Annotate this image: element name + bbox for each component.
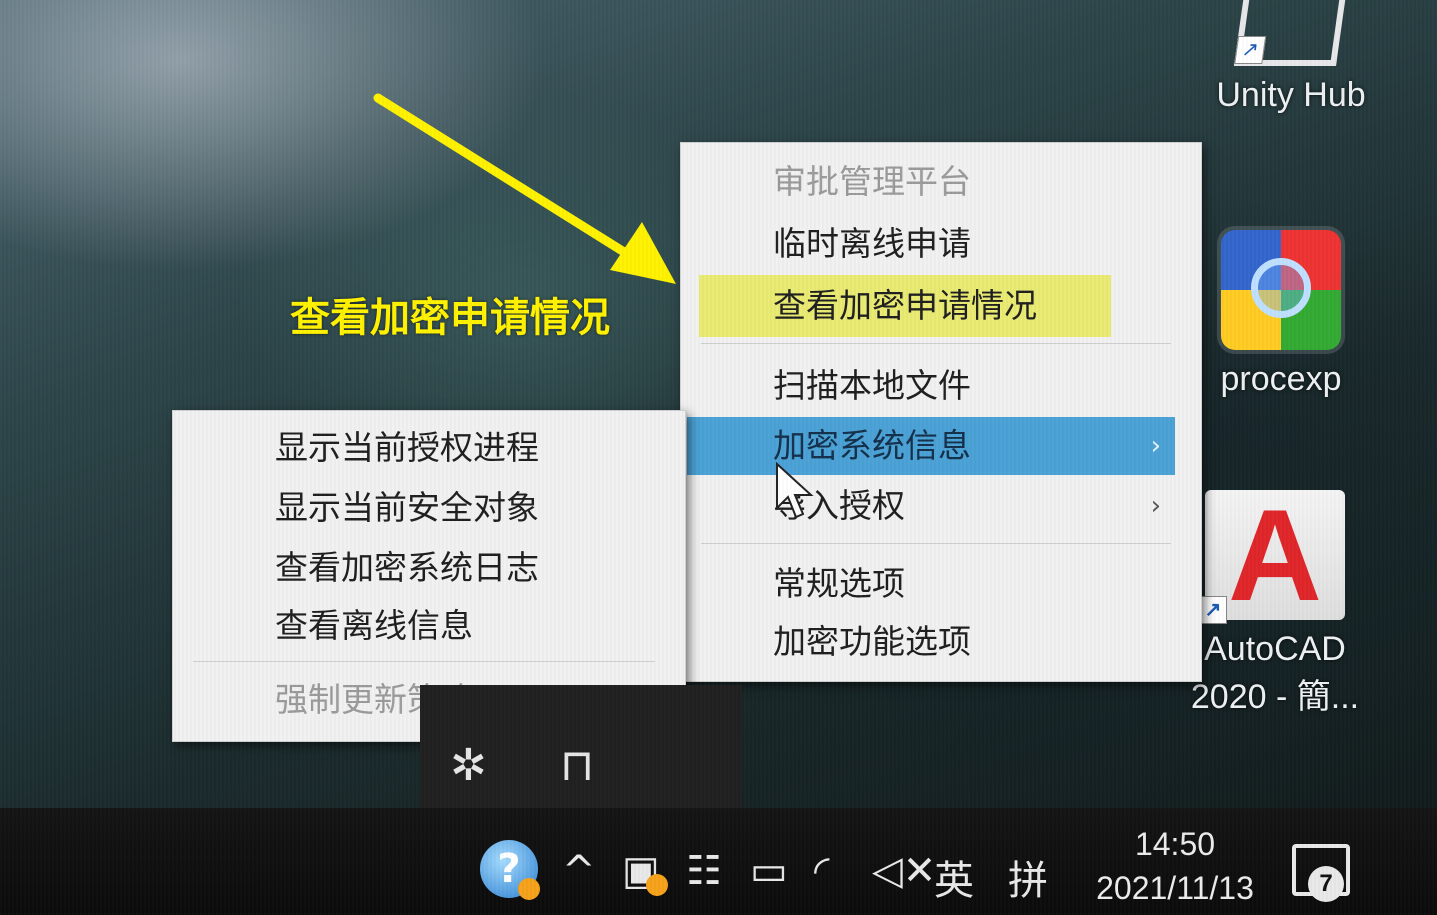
menu-item-label: 查看加密申请情况 xyxy=(773,286,1037,325)
status-badge-icon xyxy=(646,874,668,896)
help-tray-icon[interactable]: ? xyxy=(480,840,540,900)
menu-item-label: 查看离线信息 xyxy=(275,606,473,645)
submenu-item-show-security-objects[interactable]: 显示当前安全对象 xyxy=(173,479,685,537)
menu-item-label: 查看加密系统日志 xyxy=(275,548,539,587)
taskbar-clock[interactable]: 14:50 2021/11/13 xyxy=(1080,822,1270,910)
chevron-right-icon: › xyxy=(1150,431,1161,461)
tray-overflow-panel: ✲ ⊓ xyxy=(420,685,742,815)
submenu-item-view-system-log[interactable]: 查看加密系统日志 xyxy=(173,539,685,597)
help-glyph: ? xyxy=(497,846,521,892)
menu-item-label: 显示当前授权进程 xyxy=(275,428,539,467)
security-agent-tray-icon[interactable]: ▣ xyxy=(622,848,668,896)
context-menu: 审批管理平台 临时离线申请 查看加密申请情况 扫描本地文件 加密系统信息 › 导… xyxy=(680,142,1202,682)
menu-item-encryption-system-info[interactable]: 加密系统信息 › xyxy=(687,417,1175,475)
unity-tray-icon[interactable]: ✲ xyxy=(450,740,487,791)
input-language-indicator[interactable]: 英 xyxy=(934,848,974,906)
menu-item-label: 常规选项 xyxy=(773,564,905,603)
chevron-right-icon: › xyxy=(1150,491,1161,521)
clock-date: 2021/11/13 xyxy=(1096,870,1254,906)
menu-item-view-encryption-requests[interactable]: 查看加密申请情况 xyxy=(681,275,1201,337)
annotation-label: 查看加密申请情况 xyxy=(290,295,610,341)
clock-time: 14:50 xyxy=(1134,826,1216,862)
taskbar: ? ^ ▣ ☷ ▭ ◜ ◁✕ 英 拼 14:50 2021/11/13 7 xyxy=(0,808,1437,915)
menu-item-encryption-options[interactable]: 加密功能选项 xyxy=(681,613,1201,671)
notification-count-badge: 7 xyxy=(1308,866,1344,902)
bookmark-tray-icon[interactable]: ⊓ xyxy=(560,740,594,791)
device-tray-icon[interactable]: ☷ xyxy=(686,848,722,894)
ime-mode-indicator[interactable]: 拼 xyxy=(1008,848,1048,906)
menu-item-temp-offline-request[interactable]: 临时离线申请 xyxy=(681,215,1201,273)
menu-item-label: 显示当前安全对象 xyxy=(275,488,539,527)
menu-separator xyxy=(193,661,655,662)
submenu-item-show-authorized-processes[interactable]: 显示当前授权进程 xyxy=(173,419,685,477)
wifi-icon[interactable]: ◜ xyxy=(814,848,830,894)
drive-tray-icon[interactable]: ▭ xyxy=(750,848,788,894)
volume-muted-icon[interactable]: ◁✕ xyxy=(872,848,936,894)
menu-item-scan-local-files[interactable]: 扫描本地文件 xyxy=(681,357,1201,415)
menu-item-label: 扫描本地文件 xyxy=(773,366,971,405)
menu-item-label: 加密功能选项 xyxy=(773,622,971,661)
menu-item-import-license[interactable]: 导入授权 › xyxy=(681,477,1201,535)
menu-item-label: 临时离线申请 xyxy=(773,224,971,263)
warning-badge-icon xyxy=(518,878,540,900)
submenu-item-view-offline-info[interactable]: 查看离线信息 xyxy=(173,597,685,655)
menu-separator xyxy=(701,543,1171,544)
desktop: ↗ Unity Hub procexp A ↗ AutoCAD 2020 - 簡… xyxy=(0,0,1437,915)
show-hidden-icons-chevron-icon[interactable]: ^ xyxy=(562,848,596,894)
menu-item-general-options[interactable]: 常规选项 xyxy=(681,555,1201,613)
menu-item-approval-platform[interactable]: 审批管理平台 xyxy=(681,153,1201,211)
mouse-cursor-icon xyxy=(776,462,814,519)
menu-separator xyxy=(701,343,1171,344)
menu-item-label: 审批管理平台 xyxy=(773,162,971,201)
